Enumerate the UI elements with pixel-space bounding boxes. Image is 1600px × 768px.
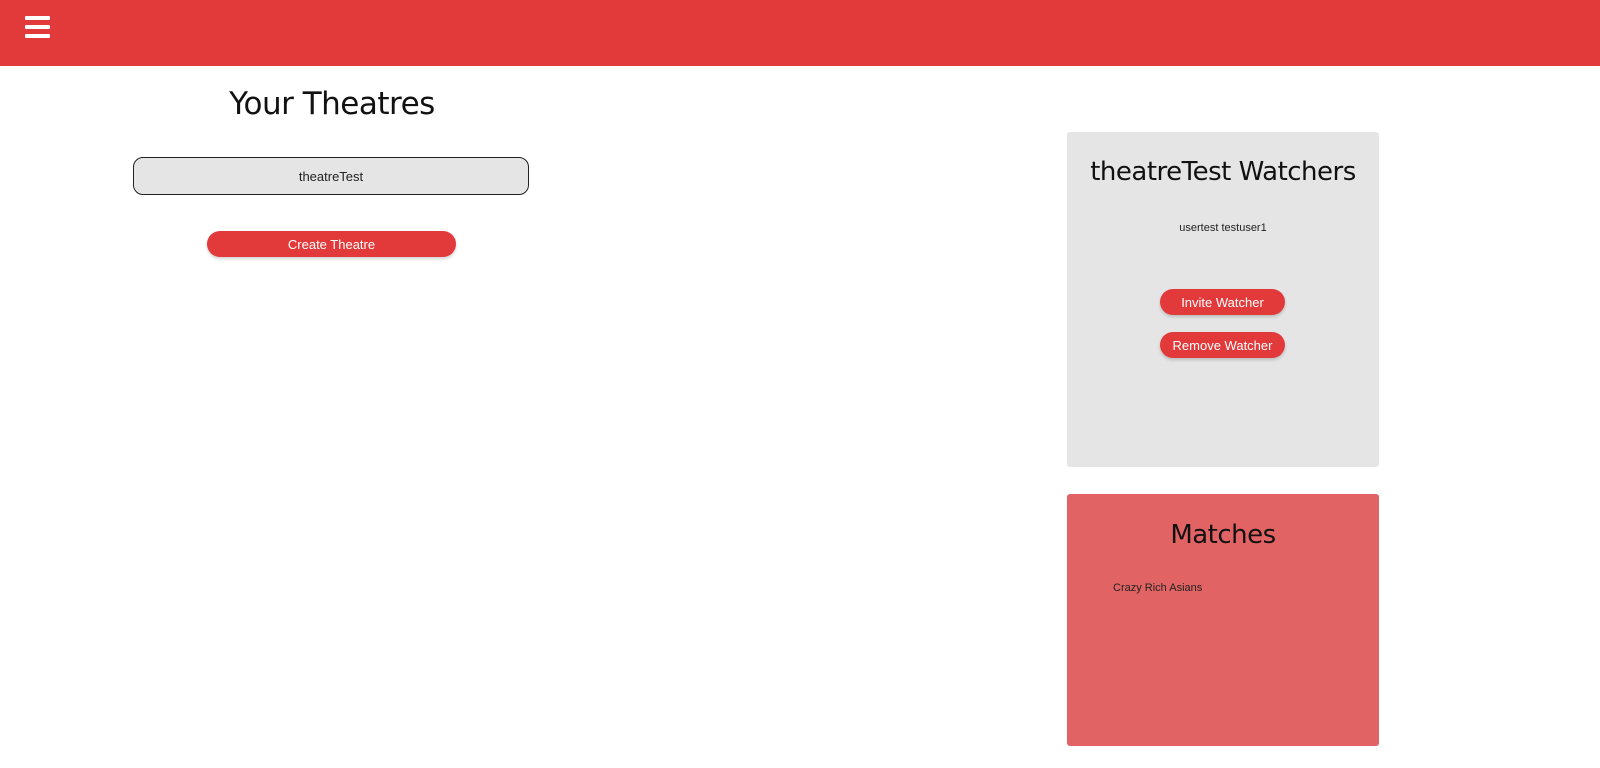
- match-list-item: Crazy Rich Asians: [1113, 582, 1203, 594]
- watchers-panel: theatreTest Watchers usertest testuser1 …: [1067, 132, 1379, 467]
- remove-watcher-button[interactable]: Remove Watcher: [1160, 332, 1285, 358]
- top-nav-bar: [0, 0, 1600, 66]
- invite-watcher-button[interactable]: Invite Watcher: [1160, 289, 1285, 315]
- hamburger-line: [25, 16, 50, 20]
- page-title: Your Theatres: [229, 86, 435, 122]
- hamburger-line: [25, 34, 50, 38]
- hamburger-menu-icon[interactable]: [25, 16, 50, 38]
- create-theatre-button[interactable]: Create Theatre: [207, 231, 456, 257]
- matches-title: Matches: [1170, 520, 1276, 550]
- watchers-list: usertest testuser1: [1179, 222, 1267, 234]
- theatre-list-item[interactable]: theatreTest: [133, 157, 529, 195]
- hamburger-line: [25, 25, 50, 29]
- matches-panel: Matches Crazy Rich Asians: [1067, 494, 1379, 746]
- watchers-title: theatreTest Watchers: [1090, 157, 1356, 187]
